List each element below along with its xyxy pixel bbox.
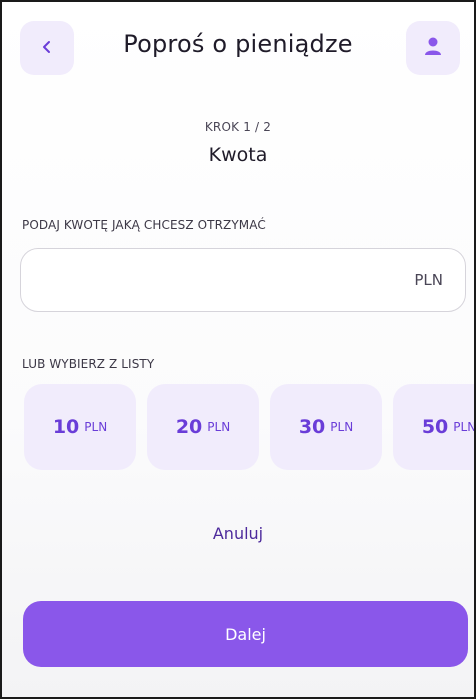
app-screen: Poproś o pieniądze KROK 1 / 2 Kwota PODA…	[0, 0, 476, 699]
step-title: Kwota	[208, 144, 268, 166]
chip-value: 50	[421, 416, 449, 438]
chip-currency: PLN	[84, 420, 108, 434]
cancel-link[interactable]: Anuluj	[2, 524, 474, 543]
step-indicator: KROK 1 / 2	[204, 120, 272, 134]
chip-currency: PLN	[330, 420, 354, 434]
next-button[interactable]: Dalej	[23, 601, 468, 667]
chip-value: 10	[52, 416, 80, 438]
chip-value: 20	[175, 416, 203, 438]
amount-field[interactable]: PLN	[20, 248, 466, 312]
quick-amount-50[interactable]: 50 PLN	[393, 384, 476, 470]
amount-input[interactable]	[21, 249, 415, 311]
amount-label: PODAJ KWOTĘ JAKĄ CHCESZ OTRZYMAĆ	[22, 218, 266, 232]
page-title: Poproś o pieniądze	[123, 30, 353, 58]
user-icon	[424, 36, 442, 60]
quick-amounts-list: 10 PLN 20 PLN 30 PLN 50 PLN	[24, 384, 476, 470]
chip-value: 30	[298, 416, 326, 438]
quick-amounts-label: LUB WYBIERZ Z LISTY	[22, 357, 155, 371]
chip-currency: PLN	[207, 420, 231, 434]
amount-currency: PLN	[414, 271, 443, 289]
quick-amount-30[interactable]: 30 PLN	[270, 384, 382, 470]
chip-currency: PLN	[453, 420, 476, 434]
quick-amount-10[interactable]: 10 PLN	[24, 384, 136, 470]
quick-amount-20[interactable]: 20 PLN	[147, 384, 259, 470]
profile-button[interactable]	[406, 21, 460, 75]
